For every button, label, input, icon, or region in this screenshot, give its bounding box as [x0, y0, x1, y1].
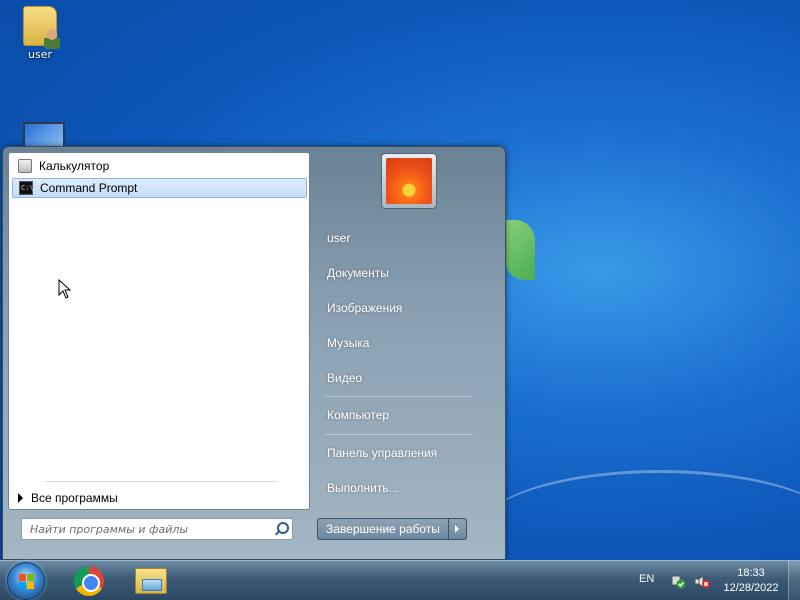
avatar [386, 158, 432, 204]
user-avatar-frame[interactable] [381, 153, 437, 209]
program-item-label: Command Prompt [40, 181, 138, 195]
shutdown-group: Завершение работы [317, 518, 467, 540]
search-icon[interactable] [274, 522, 289, 536]
program-item-command-prompt[interactable]: C:\ Command Prompt [12, 178, 307, 198]
language-indicator[interactable]: EN [639, 573, 654, 585]
start-button[interactable] [7, 562, 45, 600]
taskbar-chrome-button[interactable] [62, 564, 116, 598]
programs-pane: Калькулятор C:\ Command Prompt Все прогр… [8, 152, 310, 510]
shutdown-button[interactable]: Завершение работы [317, 518, 449, 540]
right-item-music[interactable]: Музыка [321, 328, 501, 358]
all-programs-button[interactable]: Все программы [18, 489, 118, 507]
right-divider [325, 434, 473, 435]
right-item-documents[interactable]: Документы [321, 258, 501, 288]
chrome-icon [74, 566, 104, 596]
taskbar: EN 18:33 12/28/2022 [0, 560, 800, 600]
shutdown-options-button[interactable] [448, 518, 467, 540]
chevron-right-icon [455, 525, 460, 533]
command-prompt-icon: C:\ [19, 181, 34, 195]
right-item-pictures[interactable]: Изображения [321, 293, 501, 323]
show-desktop-button[interactable] [788, 561, 800, 600]
clock-time: 18:33 [737, 567, 765, 579]
desktop-icon-user[interactable]: user [10, 6, 70, 61]
divider [45, 481, 277, 482]
system-clock[interactable]: 18:33 12/28/2022 [718, 566, 784, 596]
action-center-icon[interactable] [670, 573, 686, 589]
search-box[interactable] [21, 518, 293, 540]
right-item-control-panel[interactable]: Панель управления [321, 438, 501, 468]
search-input[interactable] [30, 522, 274, 536]
right-divider [325, 396, 473, 397]
start-menu: Калькулятор C:\ Command Prompt Все прогр… [2, 146, 506, 560]
right-item-user[interactable]: user [321, 223, 501, 253]
arrow-right-icon [18, 493, 23, 503]
windows-logo-icon [19, 574, 35, 590]
program-item-calculator[interactable]: Калькулятор [12, 156, 307, 176]
network-icon[interactable] [694, 573, 710, 589]
all-programs-label: Все программы [31, 491, 118, 505]
mouse-cursor-icon [58, 279, 72, 299]
right-item-videos[interactable]: Видео [321, 363, 501, 393]
wallpaper-logo [505, 220, 535, 280]
right-item-computer[interactable]: Компьютер [321, 400, 501, 430]
desktop-icon-label: user [28, 48, 52, 61]
program-item-label: Калькулятор [39, 159, 110, 173]
clock-date: 12/28/2022 [723, 582, 779, 594]
calculator-icon [18, 159, 32, 173]
explorer-icon [135, 568, 167, 594]
right-item-run[interactable]: Выполнить... [321, 473, 501, 503]
user-folder-icon [23, 6, 60, 49]
taskbar-explorer-button[interactable] [124, 564, 178, 598]
